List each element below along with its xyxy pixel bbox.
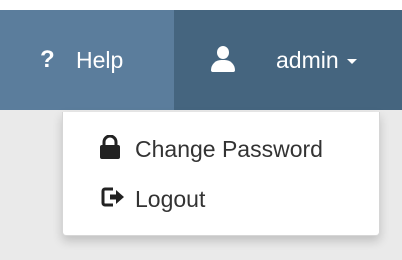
top-navbar: ? Help admin <box>0 10 402 110</box>
logout-menu-item[interactable]: Logout <box>99 184 205 214</box>
help-menu-button[interactable]: ? Help <box>0 10 174 110</box>
question-icon: ? <box>40 46 55 73</box>
logout-icon <box>99 185 135 213</box>
user-icon <box>210 46 236 74</box>
username-label: admin <box>276 46 339 73</box>
change-password-menu-item[interactable]: Change Password <box>99 134 323 164</box>
change-password-label: Change Password <box>135 135 323 162</box>
user-dropdown-menu: Change Password Logout <box>62 112 380 236</box>
logout-label: Logout <box>135 185 206 212</box>
help-label: Help <box>76 46 124 73</box>
user-menu-toggle[interactable]: admin <box>174 10 402 110</box>
caret-down-icon <box>346 59 357 64</box>
lock-icon <box>99 135 135 163</box>
